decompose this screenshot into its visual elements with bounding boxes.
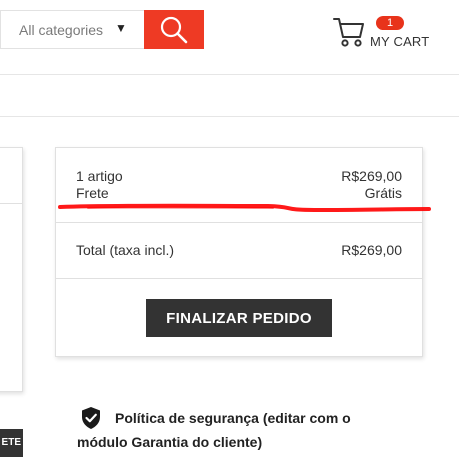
checkout-button[interactable]: FINALIZAR PEDIDO xyxy=(146,299,332,337)
section-divider xyxy=(0,116,459,117)
cart-icon[interactable] xyxy=(332,15,366,49)
category-select-value: All categories xyxy=(19,22,104,38)
summary-divider xyxy=(56,222,422,223)
panel-divider xyxy=(0,203,22,204)
total-label: Total (taxa incl.) xyxy=(76,242,175,258)
search-button[interactable] xyxy=(144,10,204,49)
shipping-label: Frete xyxy=(76,185,109,201)
total-value: R$269,00 xyxy=(341,242,402,258)
site-header: All categories ▼ 1 MY CART xyxy=(0,0,459,75)
red-underline-annotation xyxy=(58,203,431,213)
chevron-down-icon: ▼ xyxy=(115,21,127,35)
summary-divider xyxy=(56,278,422,279)
items-count-label: 1 artigo xyxy=(76,168,123,184)
shipping-value: Grátis xyxy=(364,185,402,201)
my-cart-link[interactable]: MY CART xyxy=(370,34,429,49)
cart-items-panel xyxy=(0,147,23,392)
items-subtotal-value: R$269,00 xyxy=(341,168,402,184)
cart-count-badge: 1 xyxy=(376,16,404,30)
order-summary-card: 1 artigo R$269,00 Frete Grátis Total (ta… xyxy=(55,147,423,357)
left-panel-button[interactable]: ETE xyxy=(0,429,23,457)
category-select[interactable]: All categories ▼ xyxy=(0,10,144,49)
security-policy-text: Política de segurança (editar com o módu… xyxy=(77,410,351,450)
search-icon xyxy=(160,16,188,44)
